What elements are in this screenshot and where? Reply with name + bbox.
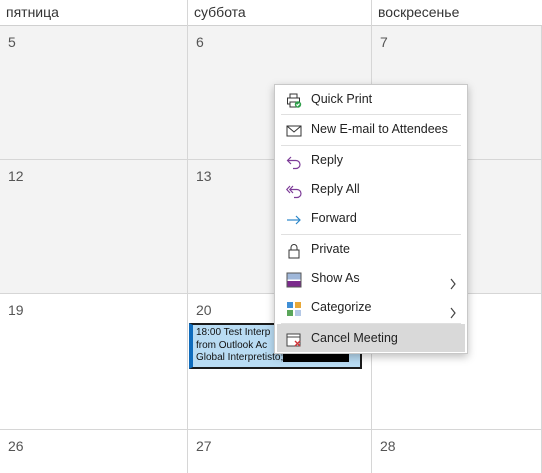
menu-item-label: Cancel Meeting [311, 331, 398, 345]
menu-item-label: Reply [311, 153, 343, 167]
day-number: 7 [380, 34, 388, 50]
menu-item-cancel-meeting[interactable]: Cancel Meeting [277, 324, 465, 352]
day-cell[interactable]: 19 [0, 294, 188, 430]
lock-icon [286, 241, 302, 259]
menu-item-forward[interactable]: Forward [275, 204, 467, 232]
day-number: 13 [196, 168, 212, 184]
day-cell[interactable]: 12 [0, 160, 188, 294]
menu-item-quick-print[interactable]: Quick Print [275, 85, 467, 113]
weekday-header-saturday: суббота [188, 0, 372, 26]
weekday-header-friday: пятница [0, 0, 188, 26]
show-as-icon [286, 270, 302, 288]
printer-icon [286, 91, 302, 108]
day-cell[interactable]: 26 [0, 430, 188, 473]
menu-item-categorize[interactable]: Categorize [275, 293, 467, 321]
context-menu: Quick Print New E-mail to Attendees Repl… [274, 84, 468, 354]
day-cell[interactable]: 5 [0, 26, 188, 160]
weekday-header-sunday: воскресенье [372, 0, 542, 26]
day-number: 20 [196, 302, 212, 318]
menu-item-label: Show As [311, 271, 360, 285]
menu-item-label: Categorize [311, 300, 372, 314]
day-cell[interactable]: 27 [188, 430, 372, 473]
day-number: 28 [380, 438, 396, 454]
categorize-icon [286, 299, 302, 316]
menu-item-reply[interactable]: Reply [275, 146, 467, 174]
menu-item-label: Private [311, 242, 350, 256]
column-divider [187, 0, 188, 473]
day-number: 5 [8, 34, 16, 50]
menu-item-reply-all[interactable]: Reply All [275, 175, 467, 203]
cancel-meeting-icon [286, 330, 302, 347]
envelope-icon [286, 121, 302, 137]
menu-item-private[interactable]: Private [275, 235, 467, 263]
menu-item-label: New E-mail to Attendees [311, 122, 448, 136]
day-number: 19 [8, 302, 24, 318]
menu-item-label: Reply All [311, 182, 360, 196]
day-number: 26 [8, 438, 24, 454]
reply-icon [286, 152, 302, 170]
chevron-right-icon [449, 272, 457, 290]
reply-all-icon [285, 181, 302, 199]
menu-item-label: Quick Print [311, 92, 373, 106]
day-number: 27 [196, 438, 212, 454]
day-number: 6 [196, 34, 204, 50]
forward-icon [286, 210, 302, 226]
menu-item-show-as[interactable]: Show As [275, 264, 467, 292]
day-cell[interactable]: 28 [372, 430, 542, 473]
chevron-right-icon [449, 301, 457, 319]
day-number: 12 [8, 168, 24, 184]
menu-item-label: Forward [311, 211, 357, 225]
menu-item-new-email-to-attendees[interactable]: New E-mail to Attendees [275, 115, 467, 143]
